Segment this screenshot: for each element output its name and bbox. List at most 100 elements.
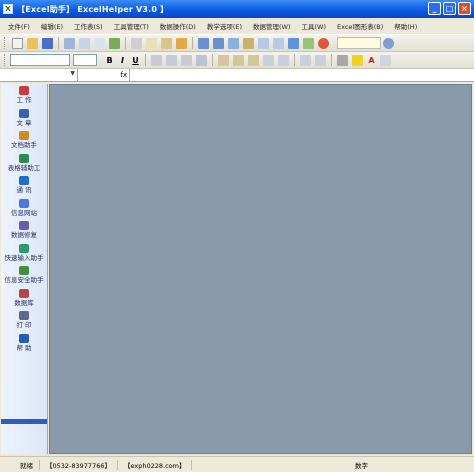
menu-teaching[interactable]: 教学选项(E) (201, 21, 247, 31)
new-file-icon[interactable] (12, 37, 23, 49)
redo-icon[interactable] (213, 37, 224, 49)
print-icon[interactable] (79, 37, 90, 49)
toolbar-grip[interactable] (4, 54, 7, 66)
fill-color-icon[interactable] (352, 54, 363, 66)
align-right-icon[interactable] (181, 54, 192, 66)
chart-wizard-icon[interactable] (288, 37, 299, 49)
wrench-icon (19, 221, 29, 230)
menu-data-manage[interactable]: 数据管理(W) (247, 21, 296, 31)
menu-bar: 文件(F) 编辑(E) 工作表(S) 工具管理(T) 数据操作(D) 教学选项(… (0, 18, 474, 35)
toolbar-separator (145, 54, 146, 66)
menu-help[interactable]: 帮助(H) (388, 21, 422, 31)
sidebar-item-quick-input[interactable]: 快速输入助手 (1, 242, 47, 265)
hyperlink-icon[interactable] (228, 37, 239, 49)
sidebar-item-label: 打 印 (16, 321, 32, 329)
increase-decimal-icon[interactable] (263, 54, 274, 66)
bold-icon[interactable]: B (104, 56, 115, 65)
align-left-icon[interactable] (151, 54, 162, 66)
help-circle-icon[interactable] (318, 37, 329, 49)
spelling-icon[interactable] (109, 37, 120, 49)
formula-input[interactable] (130, 69, 474, 81)
title-bar: X 【Excel助手】 ExcelHelper V3.0 】 _ □ × (0, 0, 474, 18)
minimize-button[interactable]: _ (428, 2, 441, 15)
open-folder-icon[interactable] (27, 37, 38, 49)
status-num-lock: 数字 (355, 461, 368, 470)
sidebar-item-database[interactable]: 数据库 (1, 287, 47, 310)
menu-worksheet[interactable]: 工作表(S) (68, 21, 108, 31)
keyboard-icon (19, 243, 29, 253)
toolbar-grip[interactable] (4, 37, 7, 49)
paste-icon[interactable] (161, 37, 172, 49)
font-color-icon[interactable]: A (366, 56, 377, 65)
underline-icon[interactable]: U (130, 56, 141, 65)
sidebar-item-label: 数据库 (14, 298, 34, 307)
font-name-select[interactable] (10, 54, 70, 66)
toolbar-separator (58, 37, 59, 49)
menu-tools[interactable]: 工具(W) (296, 21, 332, 31)
window-title: 【Excel助手】 ExcelHelper V3.0 】 (17, 4, 169, 14)
maximize-button[interactable]: □ (443, 2, 456, 15)
decrease-decimal-icon[interactable] (278, 54, 289, 66)
sidebar-item-print[interactable]: 打 印 (1, 309, 47, 332)
sidebar-item-label: 表格辅助工 (7, 163, 41, 172)
undo-icon[interactable] (198, 37, 209, 49)
sort-asc-icon[interactable] (258, 37, 269, 49)
toolbar-options-icon[interactable] (380, 54, 391, 66)
status-ready: 就绪 (0, 459, 40, 470)
menu-data-ops[interactable]: 数据操作(D) (154, 21, 201, 31)
sidebar-item-article[interactable]: 文 章 (1, 107, 47, 130)
copy-icon[interactable] (146, 37, 157, 49)
menu-edit[interactable]: 编辑(E) (35, 21, 68, 31)
sidebar-item-table-tool[interactable]: 表格辅助工 (1, 152, 47, 175)
name-box[interactable]: ▼ (0, 69, 78, 81)
sidebar-item-work[interactable]: 工 作 (1, 84, 47, 107)
office-assistant-icon[interactable] (383, 37, 394, 49)
menu-excel-chart[interactable]: Excel图形表(B) (331, 21, 388, 31)
sidebar-item-security[interactable]: 信息安全助手 (1, 264, 47, 287)
status-website[interactable]: 【exph0228.com】 (118, 459, 193, 470)
excel-app-icon[interactable]: X (3, 4, 13, 14)
save-icon[interactable] (42, 37, 53, 49)
sort-desc-icon[interactable] (273, 37, 284, 49)
chevron-down-icon[interactable]: ▼ (70, 70, 75, 77)
toolbar-separator (125, 37, 126, 49)
drawing-icon[interactable] (303, 37, 314, 49)
status-bar: 就绪 【0532-83977766】 【exph0228.com】 数字 (0, 456, 474, 472)
toolbar-separator (294, 54, 295, 66)
fx-label[interactable]: fx (78, 69, 130, 81)
percent-icon[interactable] (233, 54, 244, 66)
close-button[interactable]: × (458, 2, 471, 15)
workspace-area[interactable] (49, 84, 472, 454)
currency-icon[interactable] (218, 54, 229, 66)
help-icon (19, 333, 29, 343)
autosum-icon[interactable] (243, 37, 254, 49)
zoom-select[interactable] (337, 37, 381, 49)
italic-icon[interactable]: I (117, 56, 128, 65)
borders-icon[interactable] (337, 54, 348, 66)
menu-tool-manage[interactable]: 工具管理(T) (108, 21, 154, 31)
decrease-indent-icon[interactable] (300, 54, 311, 66)
database-icon (19, 288, 29, 298)
mail-icon[interactable] (64, 37, 75, 49)
status-phone: 【0532-83977766】 (40, 459, 118, 470)
sidebar-item-help[interactable]: 帮 助 (1, 332, 47, 355)
format-painter-icon[interactable] (176, 37, 187, 49)
align-center-icon[interactable] (166, 54, 177, 66)
increase-indent-icon[interactable] (315, 54, 326, 66)
cut-icon[interactable] (131, 37, 142, 49)
printer-icon (19, 311, 29, 320)
toolbar-separator (331, 54, 332, 66)
font-size-select[interactable] (73, 54, 97, 66)
globe-icon (19, 198, 29, 208)
comma-style-icon[interactable] (248, 54, 259, 66)
print-preview-icon[interactable] (94, 37, 105, 49)
shield-icon (19, 266, 29, 275)
formatting-toolbar: B I U A (0, 52, 474, 69)
merge-center-icon[interactable] (196, 54, 207, 66)
menu-file[interactable]: 文件(F) (0, 21, 35, 31)
sidebar-item-doc-helper[interactable]: 文档助手 (1, 129, 47, 152)
sidebar-item-data-repair[interactable]: 数据修复 (1, 219, 47, 242)
sidebar-item-communication[interactable]: 通 讯 (1, 174, 47, 197)
sidebar-item-info-site[interactable]: 信息网站 (1, 197, 47, 220)
sidebar-item-label: 快速输入助手 (4, 253, 44, 262)
